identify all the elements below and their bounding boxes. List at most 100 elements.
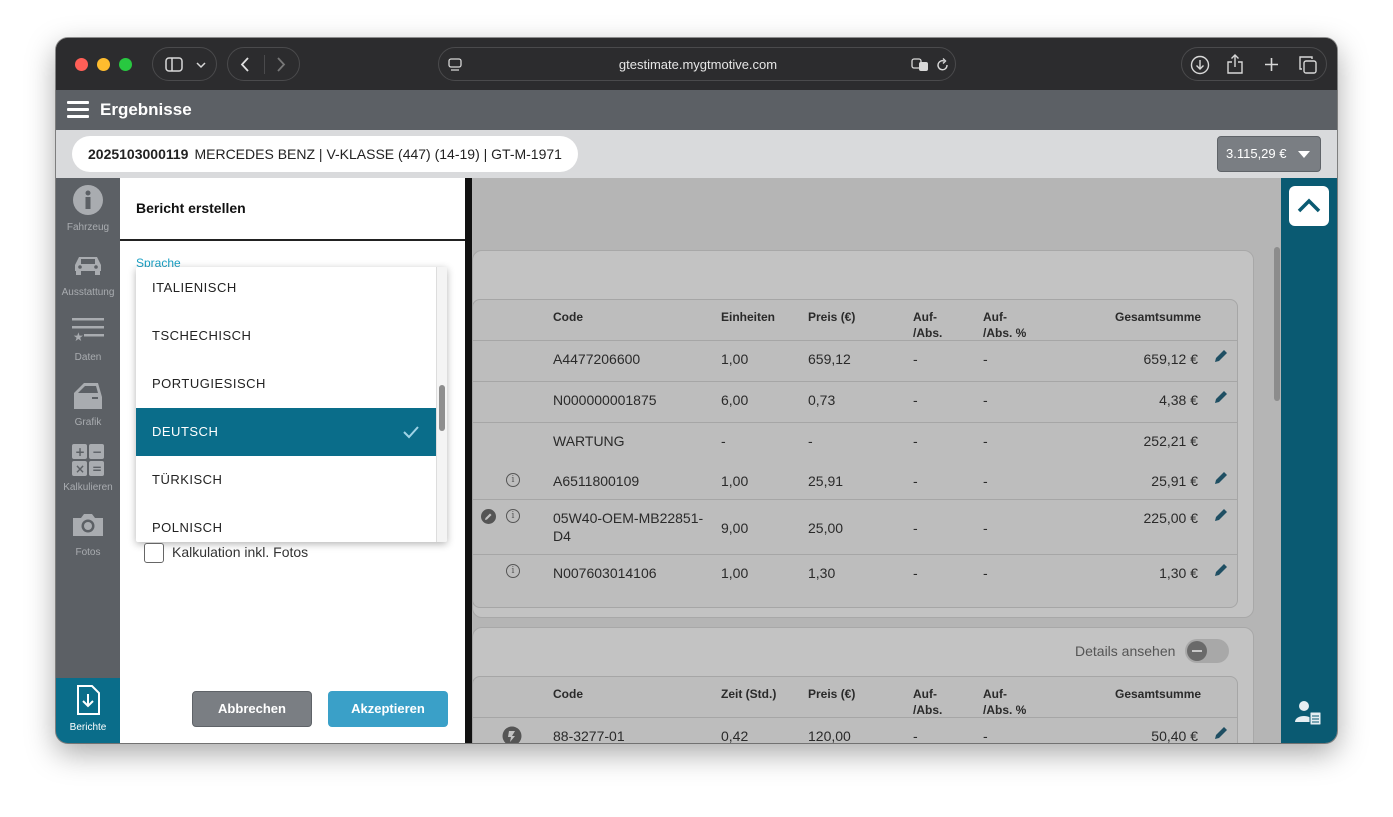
toggle-knob [1187,641,1207,661]
panel-header: Bericht erstellen [120,178,465,241]
chevron-up-icon [1297,198,1321,213]
cell-total: 1,30 € [1159,565,1198,581]
rail-item-berichte[interactable]: Berichte [56,678,120,743]
edit-pencil-icon[interactable] [1214,349,1228,363]
rail-item-daten[interactable]: ★ Daten [56,308,120,373]
translate-icon[interactable] [911,58,929,72]
language-option-label: DEUTSCH [152,424,219,439]
cell-code: 05W40-OEM-MB22851- D4 [553,509,703,545]
include-photos-checkbox[interactable] [144,543,164,563]
language-option[interactable]: POLNISCH [136,504,436,542]
col-header-price: Preis (€) [808,687,856,701]
cell-surcharge-pct: - [983,728,988,743]
scrollbar-thumb[interactable] [439,385,445,431]
chevron-down-icon [196,62,206,69]
cell-units: 1,00 [721,565,749,581]
cancel-button[interactable]: Abbrechen [192,691,312,727]
language-option[interactable]: TSCHECHISCH [136,312,436,360]
edit-circle-icon[interactable] [481,509,496,524]
language-dropdown[interactable]: ITALIENISCH TSCHECHISCH PORTUGIESISCH DE… [136,267,447,542]
col-header-surcharge-pct-a: Auf- [983,310,1007,324]
edit-pencil-icon[interactable] [1214,390,1228,404]
col-header-total: Gesamtsumme [1115,687,1202,701]
history-nav [227,47,300,81]
download-icon[interactable] [1190,55,1210,75]
row-divider [473,499,1237,500]
zoom-window-button[interactable] [119,58,132,71]
close-window-button[interactable] [75,58,88,71]
col-header-units: Einheiten [721,310,776,324]
info-circle-icon[interactable]: i [506,509,520,523]
language-option[interactable]: TÜRKISCH [136,456,436,504]
rail-item-grafik[interactable]: Grafik [56,373,120,438]
back-icon[interactable] [240,57,250,72]
edit-pencil-icon[interactable] [1214,471,1228,485]
download-document-icon [77,685,100,715]
camera-icon [73,514,103,536]
dropdown-scrollbar[interactable] [436,267,447,542]
cell-code: A6511800109 [553,473,640,489]
tab-overview-icon[interactable] [1299,56,1317,74]
cell-units: 9,00 [721,520,749,536]
sidebar-toggle-button[interactable] [152,47,217,81]
details-label: Details ansehen [1075,643,1176,659]
row-divider [473,340,1237,341]
content-scrollbar[interactable] [1272,235,1281,743]
rail-label: Ausstattung [61,287,115,298]
rail-item-fahrzeug[interactable]: Fahrzeug [56,178,120,243]
cell-price: - [808,433,813,449]
edit-pencil-icon[interactable] [1214,563,1228,577]
cell-surcharge: - [913,473,918,489]
share-icon[interactable] [1227,54,1243,74]
cell-code: WARTUNG [553,433,625,449]
cell-surcharge: - [913,565,918,581]
details-toggle[interactable] [1185,639,1229,663]
right-rail [1281,178,1337,743]
reload-icon[interactable] [936,58,949,72]
language-option-selected[interactable]: DEUTSCH [136,408,436,456]
col-header-surcharge-b: /Abs. [913,326,943,340]
address-bar[interactable]: gtestimate.mygtmotive.com [438,47,956,81]
info-circle-icon[interactable]: i [506,473,520,487]
svg-text:−: − [92,445,102,459]
car-door-icon [74,383,102,409]
total-price-dropdown[interactable]: 3.115,29 € [1217,136,1321,172]
list-star-icon: ★ [72,318,104,344]
cell-total: 225,00 € [1143,510,1199,526]
minimize-window-button[interactable] [97,58,110,71]
accept-button[interactable]: Akzeptieren [328,691,448,727]
edit-pencil-icon[interactable] [1214,726,1228,740]
parts-card: Code Einheiten Preis (€) Auf- /Abs. Auf- /… [472,250,1254,618]
calculator-icon: + −× = [72,444,104,476]
row-divider [473,381,1237,382]
user-document-icon[interactable] [1295,698,1323,726]
cell-price: 0,73 [808,392,836,408]
scroll-up-button[interactable] [1289,186,1329,226]
info-circle-icon[interactable]: i [506,564,520,578]
rail-item-kalkulieren[interactable]: + − × = Kalkulieren [56,438,120,503]
cell-surcharge-pct: - [983,433,988,449]
svg-text:=: = [92,462,102,476]
vehicle-description: MERCEDES BENZ | V-KLASSE (447) (14-19) |… [194,146,562,162]
rail-item-ausstattung[interactable]: Ausstattung [56,243,120,308]
scrollbar-thumb[interactable] [1274,247,1280,401]
car-icon [75,257,101,275]
cell-total: 4,38 € [1159,392,1198,408]
new-tab-icon[interactable] [1264,57,1279,72]
language-option[interactable]: PORTUGIESISCH [136,360,436,408]
col-header-total: Gesamtsumme [1115,310,1202,324]
edit-pencil-icon[interactable] [1214,508,1228,522]
labor-card: Details ansehen Code Zeit (Std.) Preis (… [472,627,1254,743]
row-divider [473,717,1237,718]
cell-total: 25,91 € [1151,473,1198,489]
svg-text:×: × [75,462,85,476]
rail-label: Fotos [75,547,101,558]
cell-total: 252,21 € [1143,433,1199,449]
forward-icon[interactable] [276,57,286,72]
menu-icon[interactable] [67,101,89,119]
language-option[interactable]: ITALIENISCH [136,267,436,312]
row-divider [473,554,1237,555]
svg-text:★: ★ [73,330,84,344]
rail-item-fotos[interactable]: Fotos [56,503,120,568]
col-header-surcharge-pct: Auf- /Abs. % [983,309,1026,341]
